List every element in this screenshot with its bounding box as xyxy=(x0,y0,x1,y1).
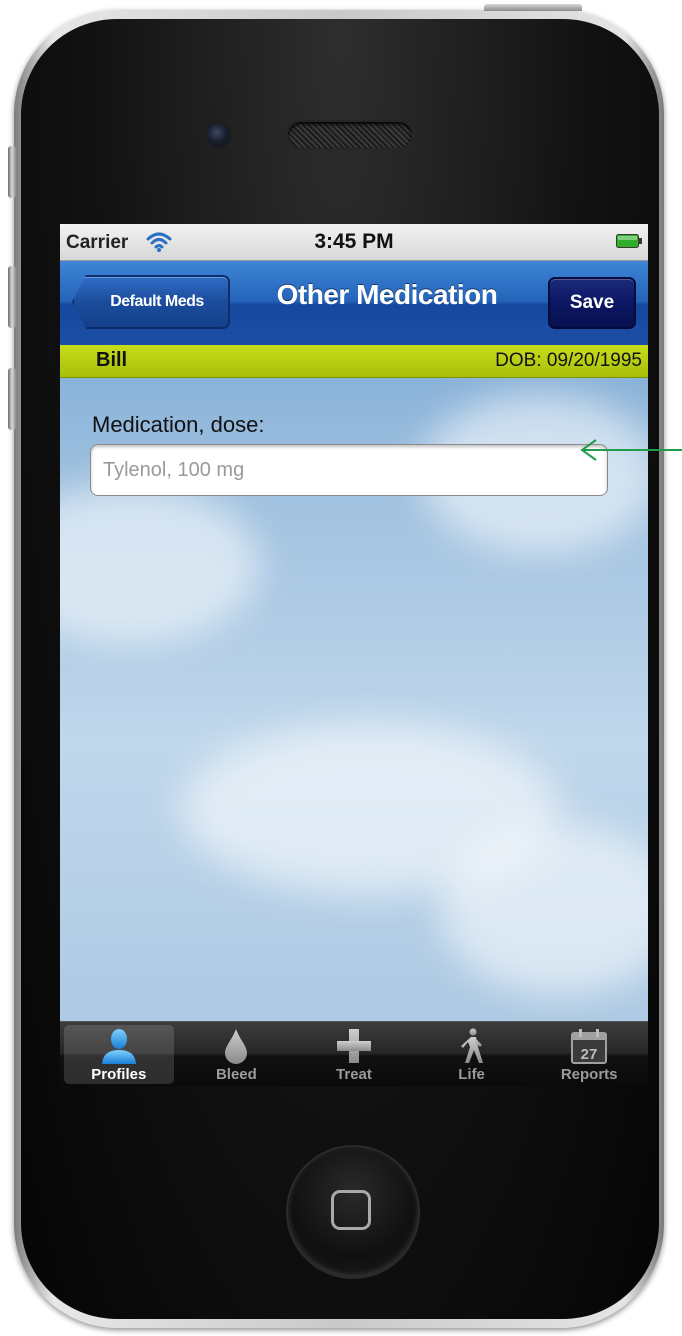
simulator-stage: Carrier 3:45 PM Default Meds Other Medic… xyxy=(0,0,682,1336)
tab-bleed[interactable]: Bleed xyxy=(178,1022,296,1086)
cross-icon xyxy=(336,1029,371,1063)
volume-up-button xyxy=(8,266,16,328)
person-icon xyxy=(101,1029,136,1064)
sleep-button xyxy=(484,4,582,11)
medication-dose-input[interactable] xyxy=(90,444,608,496)
tab-treat[interactable]: Treat xyxy=(295,1022,413,1086)
tab-label: Reports xyxy=(560,1066,618,1083)
page-title: Other Medication xyxy=(276,279,498,310)
sky-background xyxy=(60,484,260,644)
medication-dose-label: Medication, dose: xyxy=(92,412,265,437)
navigation-bar: Default Meds Other Medication Save xyxy=(60,261,648,345)
calendar-day: 27 xyxy=(581,1046,598,1063)
home-square-icon xyxy=(331,1190,371,1230)
mute-switch xyxy=(8,146,16,198)
app-screen: Carrier 3:45 PM Default Meds Other Medic… xyxy=(60,224,648,1086)
default-meds-back-button[interactable]: Default Meds xyxy=(72,275,230,329)
tab-life[interactable]: Life xyxy=(413,1022,531,1086)
tab-bar: Profiles Bleed Treat Life 27 Reports xyxy=(60,1021,648,1086)
front-camera-icon xyxy=(206,123,230,147)
profile-bar: Bill DOB: 09/20/1995 xyxy=(60,345,648,378)
tab-profiles[interactable]: Profiles xyxy=(60,1022,178,1086)
drop-icon xyxy=(225,1029,248,1064)
battery-icon xyxy=(616,234,642,248)
tab-label: Profiles xyxy=(91,1066,147,1083)
calendar-icon: 27 xyxy=(571,1029,608,1064)
tab-label: Treat xyxy=(336,1066,372,1083)
home-button[interactable] xyxy=(288,1147,418,1277)
status-bar: Carrier 3:45 PM xyxy=(60,224,648,261)
volume-down-button xyxy=(8,368,16,430)
profile-dob: DOB: 09/20/1995 xyxy=(495,350,642,371)
profile-name: Bill xyxy=(96,349,128,371)
walking-person-icon xyxy=(460,1028,483,1063)
tab-label: Life xyxy=(458,1066,485,1083)
save-button[interactable]: Save xyxy=(548,277,636,329)
tab-label: Bleed xyxy=(215,1066,257,1083)
earpiece-speaker xyxy=(288,122,412,148)
annotation-arrow-icon xyxy=(580,439,682,461)
tab-reports[interactable]: 27 Reports xyxy=(530,1022,648,1086)
status-time: 3:45 PM xyxy=(314,230,394,253)
